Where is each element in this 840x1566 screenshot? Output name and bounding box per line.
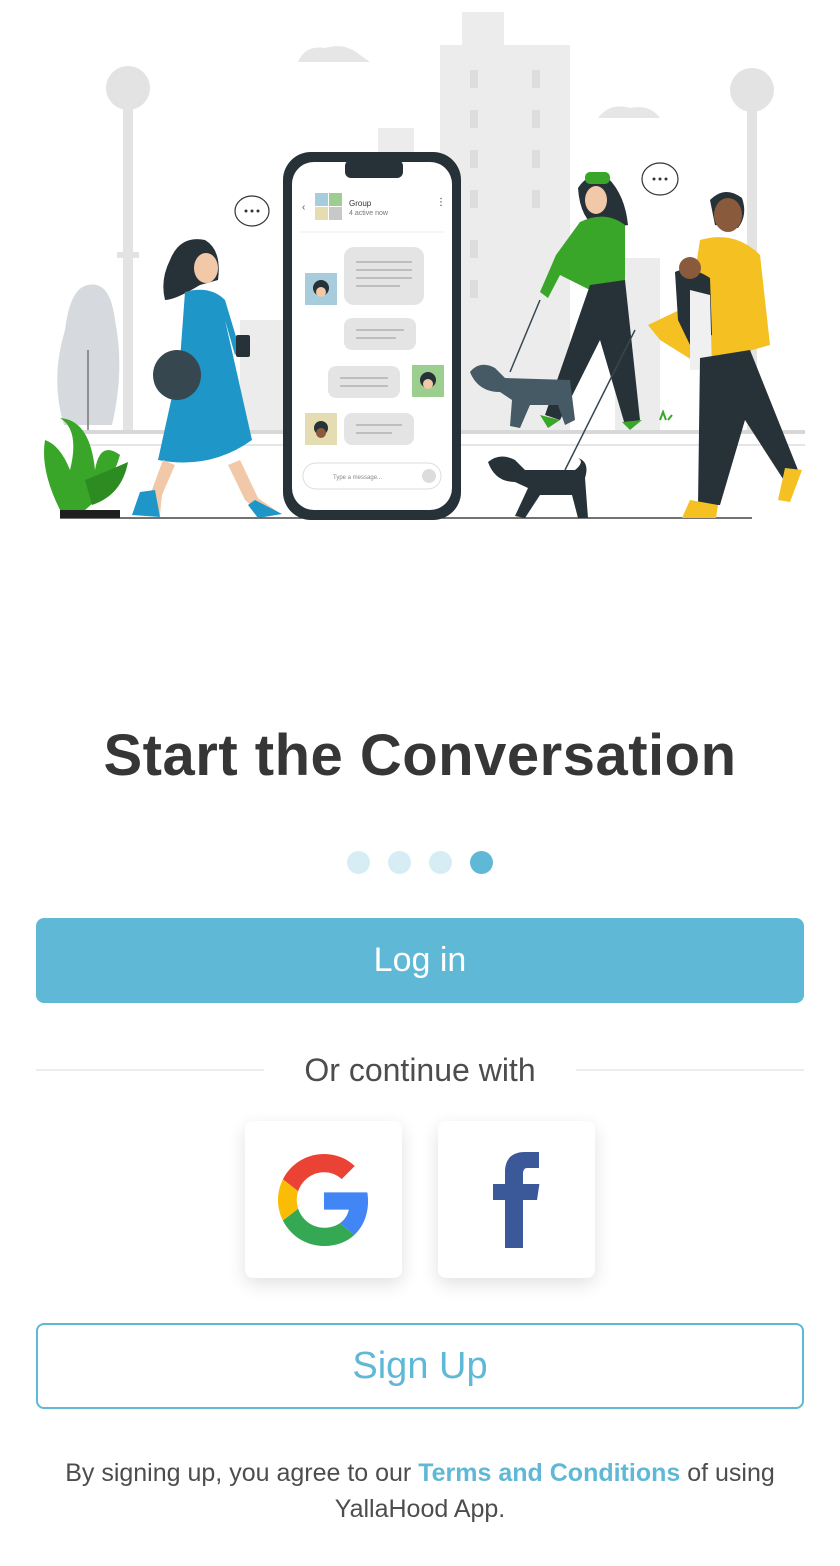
login-button-label: Log in — [373, 941, 467, 979]
phone-chat-title: Group — [349, 199, 372, 208]
terms-prefix: By signing up, you agree to our — [65, 1459, 419, 1487]
pager-dot-active[interactable] — [470, 851, 493, 874]
pager-dot[interactable] — [429, 851, 452, 874]
dog-lower — [488, 456, 588, 518]
signup-button[interactable]: Sign Up — [36, 1323, 804, 1409]
hero-illustration: ‹ Group 4 active now ⋮ Type a message... — [44, 12, 805, 520]
divider-label: Or continue with — [304, 1052, 536, 1088]
speech-bubble-right — [641, 162, 679, 196]
facebook-login-button[interactable] — [438, 1121, 595, 1278]
speech-bubble-left — [234, 195, 270, 227]
google-icon — [277, 1153, 368, 1246]
pager-dot[interactable] — [347, 851, 370, 874]
pager-dot[interactable] — [388, 851, 411, 874]
terms-link[interactable]: Terms and Conditions — [418, 1459, 680, 1487]
phone-message-placeholder: Type a message... — [333, 475, 382, 481]
facebook-icon — [492, 1151, 539, 1248]
signup-button-label: Sign Up — [352, 1344, 488, 1387]
or-continue-divider: Or continue with — [36, 1050, 804, 1090]
svg-text:‹: ‹ — [302, 202, 305, 213]
google-login-button[interactable] — [245, 1121, 402, 1278]
phone-chat-subtitle: 4 active now — [349, 210, 389, 217]
onboarding-pager — [0, 851, 840, 874]
page-title: Start the Conversation — [103, 723, 737, 788]
man-with-baby — [648, 191, 802, 518]
terms-notice: By signing up, you agree to our Terms an… — [40, 1455, 800, 1527]
phone-mockup: ‹ Group 4 active now ⋮ Type a message... — [283, 152, 461, 520]
login-button[interactable]: Log in — [36, 918, 804, 1003]
svg-text:⋮: ⋮ — [436, 197, 446, 208]
